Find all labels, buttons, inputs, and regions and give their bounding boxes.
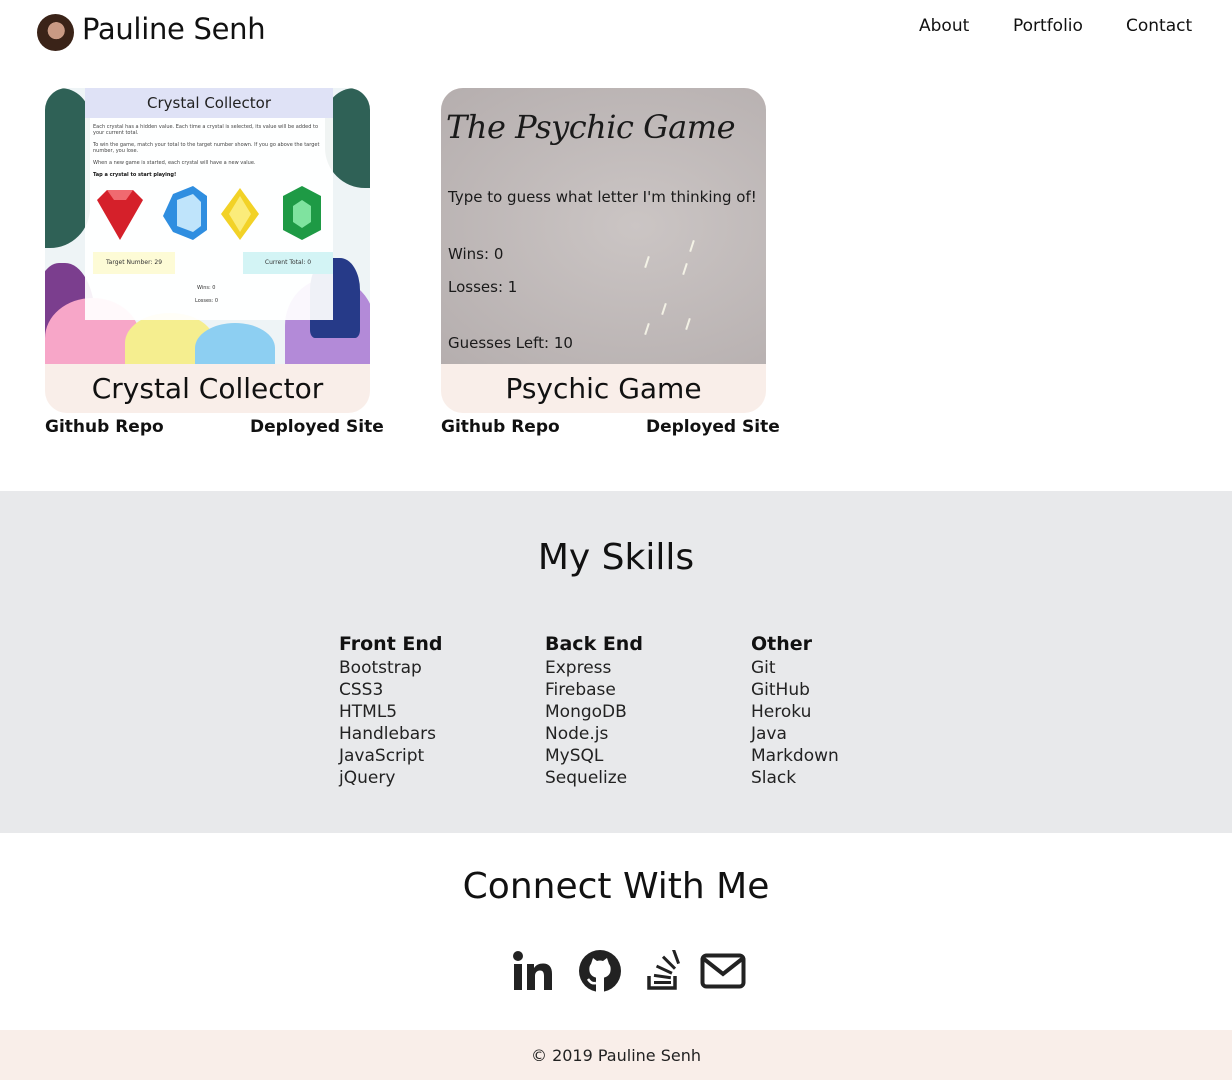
current-total: Current Total: 0 <box>243 252 333 274</box>
game-wins: Wins: 0 <box>448 245 504 263</box>
game-instructions: When a new game is started, each crystal… <box>93 160 256 166</box>
skills-heading: My Skills <box>537 537 695 578</box>
deployed-site-link[interactable]: Deployed Site <box>646 417 780 443</box>
project-screenshot-psychic-game: The Psychic Game Type to guess what lett… <box>441 88 766 364</box>
game-losses: Losses: 1 <box>448 278 518 296</box>
stackoverflow-icon[interactable] <box>640 948 686 994</box>
github-icon[interactable] <box>577 948 623 994</box>
skill-item: HTML5 <box>339 702 398 722</box>
skill-item: Handlebars <box>339 724 437 744</box>
site-header: Pauline Senh About Portfolio Contact <box>0 0 1232 64</box>
brand-name[interactable]: Pauline Senh <box>82 12 266 46</box>
project-screenshot-crystal-collector: Crystal Collector Each crystal has a hid… <box>45 88 370 364</box>
skill-item: Firebase <box>545 680 616 700</box>
skills-section: My Skills Front End Bootstrap CSS3 HTML5… <box>0 491 1232 833</box>
github-repo-link[interactable]: Github Repo <box>441 417 560 443</box>
game-wins: Wins: 0 <box>197 285 216 291</box>
skill-item: Markdown <box>751 746 839 766</box>
envelope-icon[interactable] <box>700 948 746 994</box>
project-card-psychic-game[interactable]: The Psychic Game Type to guess what lett… <box>441 88 766 413</box>
nav-portfolio-link[interactable]: Portfolio <box>999 16 1083 42</box>
skill-item: MongoDB <box>545 702 627 722</box>
skill-item: Bootstrap <box>339 658 422 678</box>
skill-category-heading: Back End <box>545 633 643 655</box>
skill-item: jQuery <box>339 768 396 788</box>
skill-item: GitHub <box>751 680 810 700</box>
game-panel: Crystal Collector Each crystal has a hid… <box>85 88 333 320</box>
game-prompt: Type to guess what letter I'm thinking o… <box>448 188 757 206</box>
game-instructions: Tap a crystal to start playing! <box>93 172 177 178</box>
skill-item: Slack <box>751 768 797 788</box>
tree-shape <box>45 88 90 248</box>
skill-item: JavaScript <box>339 746 425 766</box>
skills-column-other: Other Git GitHub Heroku Java Markdown Sl… <box>751 631 951 789</box>
linkedin-icon[interactable] <box>510 948 556 994</box>
skill-item: Node.js <box>545 724 609 744</box>
project-card-crystal-collector[interactable]: Crystal Collector Each crystal has a hid… <box>45 88 370 413</box>
guesses-left: Guesses Left: 10 <box>448 334 573 352</box>
game-heading: Crystal Collector <box>85 88 333 118</box>
skill-item: Git <box>751 658 776 678</box>
target-number: Target Number: 29 <box>93 252 175 274</box>
game-heading: The Psychic Game <box>446 108 736 146</box>
skills-column-front-end: Front End Bootstrap CSS3 HTML5 Handlebar… <box>339 631 539 789</box>
skill-category-heading: Other <box>751 633 813 655</box>
game-instructions: Each crystal has a hidden value. Each ti… <box>93 124 319 136</box>
game-losses: Losses: 0 <box>195 298 219 304</box>
skills-column-back-end: Back End Express Firebase MongoDB Node.j… <box>545 631 745 789</box>
crystal-gems <box>97 186 321 240</box>
skill-item: Express <box>545 658 612 678</box>
skill-item: Java <box>751 724 787 744</box>
project-title: Crystal Collector <box>91 372 324 405</box>
avatar <box>37 14 74 51</box>
site-footer: © 2019 Pauline Senh <box>0 1030 1232 1080</box>
skill-item: Sequelize <box>545 768 628 788</box>
github-repo-link[interactable]: Github Repo <box>45 417 164 443</box>
project-title: Psychic Game <box>505 372 702 405</box>
nav-contact-link[interactable]: Contact <box>1111 16 1193 42</box>
skill-category-heading: Front End <box>339 633 443 655</box>
skill-item: Heroku <box>751 702 812 722</box>
connect-heading: Connect With Me <box>462 866 770 907</box>
game-instructions: To win the game, match your total to the… <box>93 142 320 154</box>
skill-item: MySQL <box>545 746 604 766</box>
deployed-site-link[interactable]: Deployed Site <box>250 417 384 443</box>
copyright-text: © 2019 Pauline Senh <box>530 1046 701 1065</box>
skill-item: CSS3 <box>339 680 384 700</box>
nav-about-link[interactable]: About <box>904 16 970 42</box>
